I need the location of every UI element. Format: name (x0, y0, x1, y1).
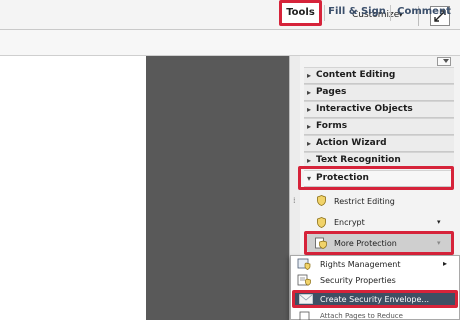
expand-arrow-icon: ▸ (307, 71, 312, 80)
expand-arrow-icon: ▸ (307, 122, 312, 131)
splitter-grip-icon[interactable]: ⁞ (293, 196, 296, 205)
tab-bar (0, 30, 460, 56)
tab-comment[interactable]: Comment (393, 0, 455, 26)
section-label: Content Editing (316, 70, 396, 80)
document-canvas[interactable] (146, 56, 289, 320)
panel-options-button[interactable] (437, 57, 451, 66)
section-label: Action Wizard (316, 138, 387, 148)
section-pages[interactable]: ▸ Pages (304, 84, 454, 101)
document-page[interactable] (0, 56, 146, 320)
restrict-editing-item[interactable]: Restrict Editing (334, 197, 395, 206)
expand-arrow-icon: ▸ (307, 139, 312, 148)
section-forms[interactable]: ▸ Forms (304, 118, 454, 135)
more-protection-highlight (304, 231, 454, 255)
tab-separator (324, 5, 325, 21)
rights-management-icon (297, 258, 311, 270)
tab-fill-sign[interactable]: Fill & Sign (326, 0, 388, 26)
attach-pages-item[interactable]: Attach Pages to Reduce (320, 312, 403, 320)
tab-tools[interactable]: Tools (279, 0, 322, 26)
security-properties-item[interactable]: Security Properties (320, 276, 396, 285)
encrypt-caret-icon[interactable]: ▾ (437, 218, 441, 226)
section-label: Pages (316, 87, 347, 97)
section-action-wizard[interactable]: ▸ Action Wizard (304, 135, 454, 152)
section-label: Text Recognition (316, 155, 401, 165)
attach-pages-icon (299, 311, 310, 320)
expand-arrow-icon: ▸ (307, 88, 312, 97)
protection-highlight (298, 166, 454, 190)
shield-icon (317, 217, 326, 228)
expand-arrow-icon: ▸ (307, 105, 312, 114)
security-properties-icon (297, 274, 311, 286)
create-security-envelope-label: Create Security Envelope... (320, 295, 430, 304)
section-label: Interactive Objects (316, 104, 413, 114)
envelope-icon (299, 294, 313, 304)
encrypt-item[interactable]: Encrypt (334, 218, 365, 227)
tab-separator (390, 5, 391, 21)
shield-icon (317, 195, 326, 206)
section-label: Forms (316, 121, 348, 131)
section-content-editing[interactable]: ▸ Content Editing (304, 67, 454, 84)
submenu-arrow-icon[interactable]: ▸ (443, 259, 447, 268)
rights-management-item[interactable]: Rights Management (320, 260, 400, 269)
section-interactive-objects[interactable]: ▸ Interactive Objects (304, 101, 454, 118)
